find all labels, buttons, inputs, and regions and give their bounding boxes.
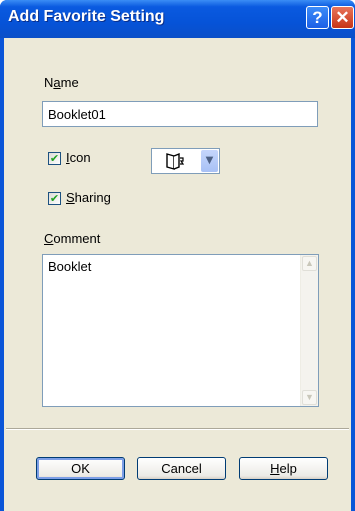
name-label: Name [44, 75, 79, 90]
divider [6, 428, 349, 430]
title-bar[interactable]: Add Favorite Setting ? ✕ [0, 0, 355, 38]
icon-checkbox-label: Icon [66, 150, 91, 165]
dialog-title: Add Favorite Setting [8, 8, 165, 25]
chevron-down-icon[interactable]: ▼ [201, 150, 218, 172]
icon-select[interactable]: ▼ [151, 148, 220, 174]
comment-text: Booklet [48, 259, 92, 274]
comment-label: Comment [44, 231, 101, 246]
ok-button[interactable]: OK [36, 457, 125, 480]
name-input[interactable] [42, 101, 318, 127]
icon-checkbox[interactable]: ✔ [48, 152, 61, 165]
sharing-checkbox-label: Sharing [66, 190, 111, 205]
sharing-checkbox[interactable]: ✔ [48, 192, 61, 205]
help-title-button[interactable]: ? [306, 6, 329, 29]
dialog-body: Name ✔ Icon ▼ ✔ Sharing Comment Booklet … [4, 38, 351, 511]
dialog-window: Add Favorite Setting ? ✕ Name ✔ Icon ▼ ✔… [0, 0, 355, 511]
scroll-down-icon[interactable]: ▼ [302, 390, 317, 405]
help-button[interactable]: Help [239, 457, 328, 480]
cancel-button[interactable]: Cancel [137, 457, 226, 480]
close-button[interactable]: ✕ [331, 6, 354, 29]
comment-scrollbar[interactable]: ▲ ▼ [300, 255, 318, 406]
booklet-icon [166, 152, 185, 170]
comment-textarea[interactable]: Booklet ▲ ▼ [42, 254, 319, 407]
scroll-up-icon[interactable]: ▲ [302, 256, 317, 271]
